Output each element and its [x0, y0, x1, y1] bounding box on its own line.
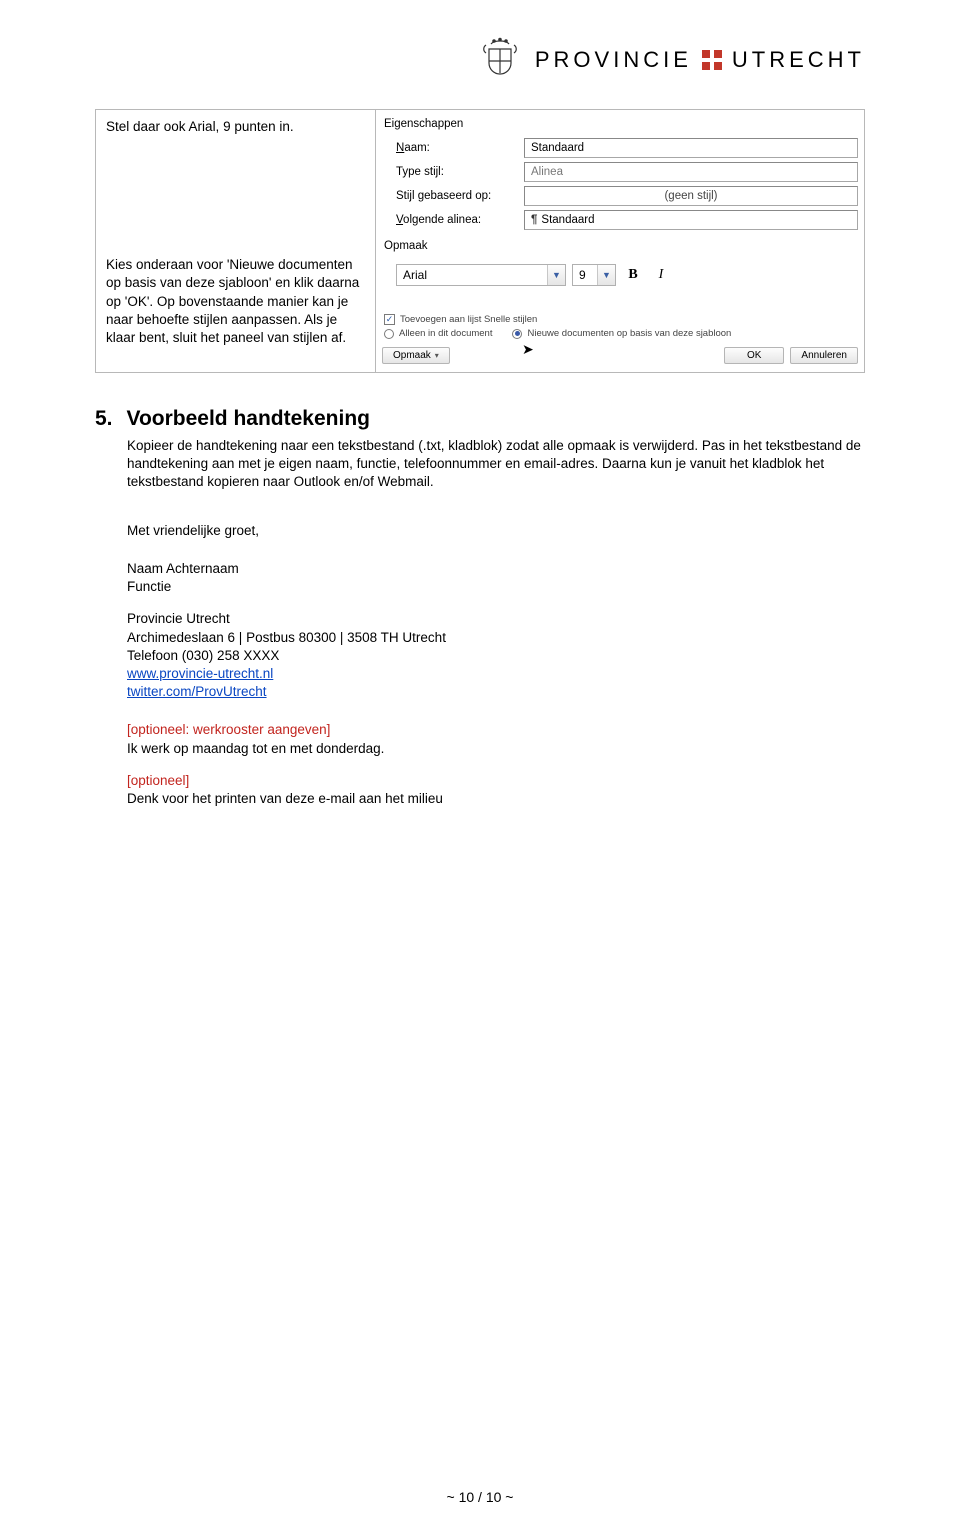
field-based-on[interactable]: (geen stijl)	[524, 186, 858, 206]
field-type[interactable]: Alinea	[524, 162, 858, 182]
radio-this-document[interactable]	[384, 329, 394, 339]
bold-button[interactable]: B	[622, 264, 644, 286]
signature-block: Met vriendelijke groet, Naam Achternaam …	[127, 522, 865, 809]
section-body: Kopieer de handtekening naar een tekstbe…	[127, 437, 865, 492]
label-this-document: Alleen in dit document	[399, 328, 492, 339]
section-5: 5. Voorbeeld handtekening Kopieer de han…	[95, 407, 865, 492]
sig-optional-2-text: Denk voor het printen van deze e-mail aa…	[127, 790, 865, 808]
sig-address: Archimedeslaan 6 | Postbus 80300 | 3508 …	[127, 629, 865, 647]
cancel-button[interactable]: Annuleren	[790, 347, 858, 364]
field-next-paragraph[interactable]: ¶ Standaard	[524, 210, 858, 230]
chevron-down-icon[interactable]: ▼	[597, 265, 615, 285]
sig-org: Provincie Utrecht	[127, 610, 865, 628]
section-heading: 5. Voorbeeld handtekening	[95, 407, 865, 431]
coat-of-arms-icon	[477, 35, 523, 79]
radio-new-documents[interactable]	[512, 329, 522, 339]
label-next-paragraph: Volgende alinea:	[396, 212, 516, 228]
dialog-group-format: Opmaak	[382, 236, 858, 258]
font-size-combo[interactable]: 9 ▼	[572, 264, 616, 286]
brand-wordmark: PROVINCIE UTRECHT	[535, 47, 865, 73]
dialog-group-properties: Eigenschappen	[382, 114, 858, 136]
sig-phone: Telefoon (030) 258 XXXX	[127, 647, 865, 665]
dialog-screenshot: Eigenschappen Naam: Standaard Type stijl…	[376, 110, 864, 372]
sig-optional-1-label: [optioneel: werkrooster aangeven]	[127, 721, 865, 739]
instruction-cell: Stel daar ook Arial, 9 punten in. Kies o…	[96, 110, 376, 372]
sig-greeting: Met vriendelijke groet,	[127, 522, 865, 540]
brand-word-2: UTRECHT	[732, 47, 865, 73]
section-title: Voorbeeld handtekening	[127, 407, 370, 431]
italic-button[interactable]: I	[650, 264, 672, 286]
checkbox-quick-styles[interactable]: ✓	[384, 314, 395, 325]
sig-optional-1-text: Ik werk op maandag tot en met donderdag.	[127, 740, 865, 758]
format-button[interactable]: Opmaak▾	[382, 347, 450, 364]
label-based-on: Stijl gebaseerd op:	[396, 188, 516, 204]
instruction-p1: Stel daar ook Arial, 9 punten in.	[106, 118, 365, 136]
font-name-combo[interactable]: Arial ▼	[396, 264, 566, 286]
section-number: 5.	[95, 407, 113, 431]
sig-function: Functie	[127, 578, 865, 596]
sig-optional-2-label: [optioneel]	[127, 772, 865, 790]
sig-twitter-link[interactable]: twitter.com/ProvUtrecht	[127, 684, 267, 699]
label-new-documents: Nieuwe documenten op basis van deze sjab…	[527, 328, 731, 339]
instruction-p2: Kies onderaan voor 'Nieuwe documenten op…	[106, 256, 365, 347]
field-name[interactable]: Standaard	[524, 138, 858, 158]
page-footer: ~ 10 / 10 ~	[0, 1489, 960, 1505]
label-type: Type stijl:	[396, 164, 516, 180]
sig-name: Naam Achternaam	[127, 560, 865, 578]
page-header: PROVINCIE UTRECHT	[95, 0, 865, 79]
brand-dots-icon	[702, 50, 722, 70]
chevron-down-icon: ▾	[435, 351, 439, 360]
label-quick-styles: Toevoegen aan lijst Snelle stijlen	[400, 314, 537, 325]
ok-button[interactable]: OK	[724, 347, 784, 364]
pilcrow-icon: ¶	[531, 214, 537, 226]
cursor-icon: ➤	[522, 341, 534, 358]
instruction-row: Stel daar ook Arial, 9 punten in. Kies o…	[95, 109, 865, 373]
label-name: Naam:	[396, 140, 516, 156]
document-page: PROVINCIE UTRECHT Stel daar ook Arial, 9…	[0, 0, 960, 1540]
chevron-down-icon[interactable]: ▼	[547, 265, 565, 285]
brand-word-1: PROVINCIE	[535, 47, 692, 73]
sig-website-link[interactable]: www.provincie-utrecht.nl	[127, 666, 273, 681]
